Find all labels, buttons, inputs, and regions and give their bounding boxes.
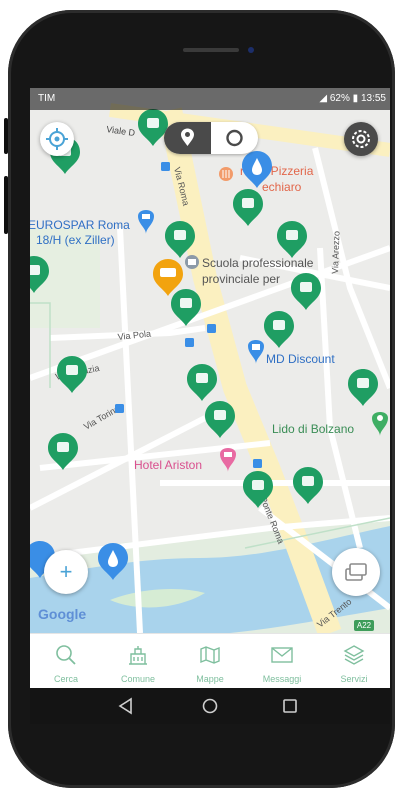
gear-icon	[352, 130, 370, 148]
map-icon	[200, 646, 220, 664]
clock: 13:55	[360, 93, 386, 104]
toggle-area-option[interactable]	[211, 122, 258, 154]
place-label-pizzeria[interactable]: echiaro	[262, 180, 301, 194]
front-camera	[248, 47, 254, 53]
home-icon[interactable]	[202, 698, 218, 714]
place-label-eurospar[interactable]: 18/H (ex Ziller)	[36, 233, 115, 247]
tab-label: Mappe	[196, 674, 224, 684]
earpiece-speaker	[183, 48, 239, 52]
tab-mappe[interactable]: Mappe	[174, 634, 246, 688]
layers-icon	[345, 563, 367, 581]
place-label-scuola[interactable]: provinciale per	[202, 272, 280, 286]
back-icon[interactable]	[118, 697, 132, 715]
place-label-md-discount[interactable]: MD Discount	[266, 352, 335, 366]
tab-label: Cerca	[53, 674, 78, 684]
app-screen: Viale D Via Roma Via Pola Via Amazia Via…	[30, 88, 390, 688]
status-right: ◢ 62% ▮ 13:55	[319, 93, 386, 104]
recents-icon[interactable]	[283, 699, 297, 713]
status-bar: TIM ◢ 62% ▮ 13:55	[30, 88, 390, 110]
crosshair-icon	[46, 128, 68, 150]
place-label-pizzeria[interactable]: rante Pizzeria	[240, 164, 313, 178]
google-logo: Google	[38, 606, 87, 622]
zoom-in-button[interactable]: +	[44, 550, 88, 594]
tab-cerca[interactable]: Cerca	[30, 634, 102, 688]
tab-servizi[interactable]: Servizi	[318, 634, 390, 688]
layers-button[interactable]	[332, 548, 380, 596]
place-label-eurospar[interactable]: EUROSPAR Roma	[30, 218, 130, 232]
map-pin-icon	[181, 128, 194, 146]
battery-icon: ▮	[352, 93, 359, 104]
place-label-lido[interactable]: Lido di Bolzano	[272, 422, 354, 436]
place-label-hotel[interactable]: Hotel Ariston	[134, 458, 202, 472]
street-label: Via Arezzo	[330, 231, 341, 274]
tab-messaggi[interactable]: Messaggi	[246, 634, 318, 688]
settings-button[interactable]	[344, 122, 378, 156]
envelope-icon	[271, 647, 293, 663]
restaurant-poi-icon[interactable]	[219, 167, 233, 181]
volume-button	[4, 118, 8, 154]
battery-level: 62%	[329, 93, 350, 104]
plus-icon: +	[59, 559, 73, 584]
highway-badge: A22	[354, 620, 374, 631]
locate-button[interactable]	[40, 122, 74, 156]
tab-label: Comune	[120, 674, 156, 684]
tab-label: Servizi	[340, 674, 368, 684]
android-nav-bar	[30, 688, 390, 724]
tab-label: Messaggi	[262, 674, 302, 684]
view-mode-toggle[interactable]	[164, 122, 258, 154]
tab-comune[interactable]: Comune	[102, 634, 174, 688]
city-hall-icon	[129, 646, 147, 665]
search-icon	[56, 645, 76, 665]
circle-area-icon	[226, 129, 243, 147]
power-button	[4, 176, 8, 234]
signal-icon: ◢	[319, 93, 328, 104]
school-poi-icon[interactable]	[185, 255, 199, 269]
carrier-label: TIM	[38, 93, 56, 104]
bottom-tab-bar: Cerca Comune Mappe Messaggi Servizi	[30, 633, 390, 688]
services-layers-icon	[343, 645, 365, 665]
place-label-scuola[interactable]: Scuola professionale	[202, 256, 313, 270]
toggle-markers-option[interactable]	[164, 122, 211, 154]
